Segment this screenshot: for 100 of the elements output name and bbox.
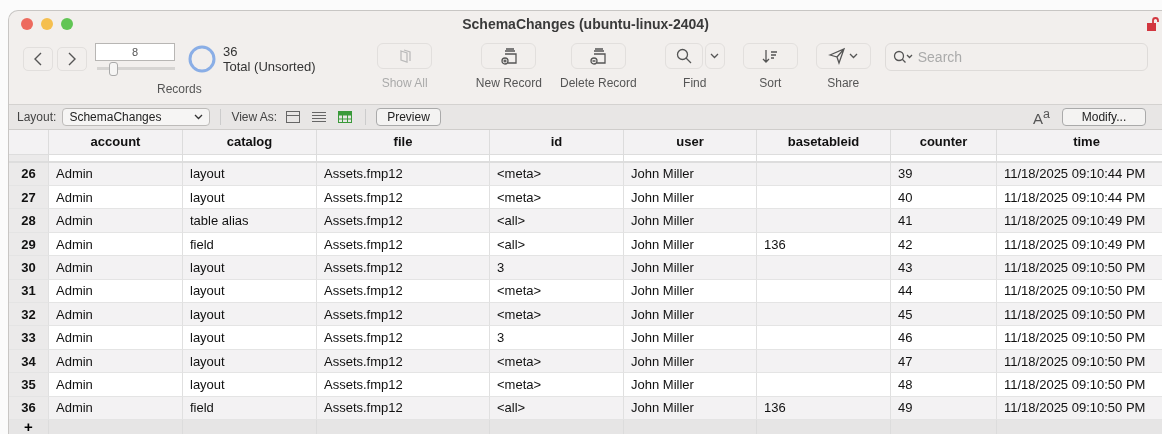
text-size-button[interactable]: A$^{a}$ <box>1033 106 1050 127</box>
table-view-icon <box>338 110 353 123</box>
table-cell: <meta> <box>490 303 624 327</box>
table-cell: John Miller <box>624 256 757 280</box>
layout-label: Layout: <box>17 109 57 124</box>
toolbar-label: Sort <box>759 75 782 90</box>
table-cell: Assets.fmp12 <box>317 186 490 210</box>
view-as-label: View As: <box>231 109 278 124</box>
table-cell: 11/18/2025 09:10:49 PM <box>997 209 1162 233</box>
table-cell: 136 <box>757 232 891 257</box>
toolbar-button[interactable] <box>815 42 871 69</box>
table-cell: Assets.fmp12 <box>317 373 490 397</box>
table-cell: Assets.fmp12 <box>317 303 490 327</box>
preview-button[interactable]: Preview <box>376 107 441 126</box>
table-cell: Assets.fmp12 <box>317 396 490 420</box>
table-cell: 43 <box>891 256 997 280</box>
table-cell: layout <box>183 373 317 397</box>
table-cell: <meta> <box>490 279 624 304</box>
modify-button[interactable]: Modify... <box>1062 107 1146 126</box>
layout-dropdown[interactable]: SchemaChanges <box>62 107 211 126</box>
table-cell: <all> <box>490 396 624 420</box>
toolbar-button[interactable] <box>570 42 626 69</box>
table-cell: 136 <box>757 396 891 420</box>
previous-button[interactable] <box>23 47 53 72</box>
column-header[interactable]: file <box>317 129 490 155</box>
table-cell: John Miller <box>624 186 757 210</box>
search-icon <box>674 46 693 65</box>
column-header[interactable]: account <box>49 129 183 155</box>
toolbar-label: Find <box>683 75 707 90</box>
next-button[interactable] <box>57 47 87 72</box>
toolbar-button[interactable] <box>481 42 537 69</box>
column-header[interactable]: catalog <box>183 129 317 155</box>
search-field[interactable]: Search <box>884 42 1148 71</box>
table-cell: field <box>183 396 317 420</box>
table-cell: John Miller <box>624 326 757 350</box>
table-cell: layout <box>183 326 317 350</box>
table-cell: Assets.fmp12 <box>317 349 490 374</box>
minimize-button[interactable] <box>41 17 53 30</box>
zoom-button[interactable] <box>61 17 73 30</box>
table-cell: Admin <box>49 162 183 187</box>
close-button[interactable] <box>21 17 33 30</box>
column-header[interactable]: user <box>624 129 757 155</box>
table-cell: Admin <box>49 326 183 350</box>
form-view-icon <box>286 110 301 123</box>
add-record-button[interactable]: + <box>9 420 49 434</box>
table-cell: field <box>183 232 317 257</box>
table-cell: Admin <box>49 256 183 280</box>
lock-icon <box>1146 17 1160 31</box>
row-number: 30 <box>9 256 49 280</box>
row-number: 28 <box>9 209 49 233</box>
table-cell: Admin <box>49 279 183 304</box>
column-header[interactable]: id <box>490 129 624 155</box>
table-cell: 11/18/2025 09:10:44 PM <box>997 162 1162 187</box>
table-cell: 44 <box>891 279 997 304</box>
table-cell: John Miller <box>624 303 757 327</box>
chevron-down-icon <box>194 113 204 120</box>
record-status: Total (Unsorted) <box>223 59 316 75</box>
chevron-left-icon <box>33 52 43 67</box>
column-header[interactable]: time <box>997 129 1162 155</box>
record-number-field[interactable]: 8 <box>95 42 175 61</box>
table-cell: Assets.fmp12 <box>317 279 490 304</box>
table-cell: <meta> <box>490 373 624 397</box>
table-cell: 3 <box>490 256 624 280</box>
row-number: 29 <box>9 232 49 257</box>
column-header[interactable]: basetableid <box>757 129 891 155</box>
table-cell: John Miller <box>624 209 757 233</box>
table-cell: layout <box>183 186 317 210</box>
table-cell: 45 <box>891 303 997 327</box>
find-menu-button[interactable] <box>704 42 725 69</box>
row-number: 32 <box>9 303 49 327</box>
table-cell: Assets.fmp12 <box>317 326 490 350</box>
toolbar-button[interactable] <box>742 42 798 69</box>
row-number: 27 <box>9 186 49 210</box>
table-cell: table alias <box>183 209 317 233</box>
toolbar-label: New Record <box>475 75 542 90</box>
table-cell: layout <box>183 256 317 280</box>
table-cell: Admin <box>49 186 183 210</box>
table-cell: <all> <box>490 209 624 233</box>
table-cell: 3 <box>490 326 624 350</box>
table-cell: 42 <box>891 232 997 257</box>
search-icon <box>892 49 915 64</box>
table-cell: Assets.fmp12 <box>317 162 490 187</box>
table-cell: 49 <box>891 396 997 420</box>
records-label: Records <box>157 81 202 96</box>
slider-thumb[interactable] <box>109 61 119 76</box>
table-cell: layout <box>183 162 317 187</box>
table-cell: 11/18/2025 09:10:50 PM <box>997 396 1162 420</box>
table-cell: Admin <box>49 232 183 257</box>
find-button[interactable] <box>664 42 703 69</box>
table-cell: Assets.fmp12 <box>317 232 490 257</box>
record-count: 36 <box>223 44 239 60</box>
row-number: 36 <box>9 396 49 420</box>
table-cell: John Miller <box>624 162 757 187</box>
table-cell: 39 <box>891 162 997 187</box>
column-header[interactable]: counter <box>891 129 997 155</box>
row-number: 33 <box>9 326 49 350</box>
table-cell: Assets.fmp12 <box>317 256 490 280</box>
table-cell: 46 <box>891 326 997 350</box>
table-cell: layout <box>183 279 317 304</box>
toolbar-label: Share <box>827 75 860 90</box>
